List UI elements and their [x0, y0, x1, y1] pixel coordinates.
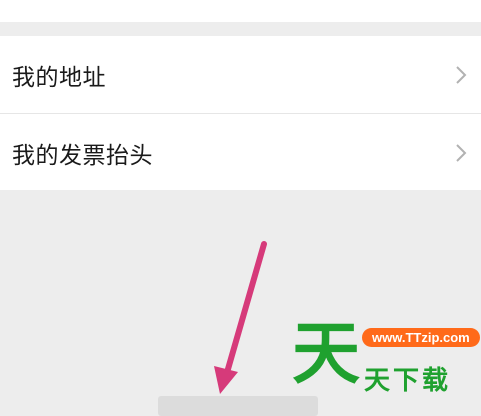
watermark-logo: 天 www.TTzip.com 天下载 [292, 315, 480, 400]
annotation-arrow [214, 241, 267, 394]
watermark-url: www.TTzip.com [362, 328, 480, 347]
menu-item-label: 我的发票抬头 [12, 142, 153, 169]
chevron-right-icon [456, 65, 467, 84]
watermark-big-char: 天 [292, 315, 361, 394]
menu-item-my-address[interactable]: 我的地址 [0, 36, 481, 113]
chevron-right-icon [456, 143, 467, 162]
watermark-text: 天下载 [364, 366, 452, 396]
top-card [0, 0, 481, 22]
menu-item-my-invoice-title[interactable]: 我的发票抬头 [0, 114, 481, 191]
menu-item-label: 我的地址 [12, 64, 106, 91]
menu-group: 我的地址 我的发票抬头 [0, 36, 481, 190]
